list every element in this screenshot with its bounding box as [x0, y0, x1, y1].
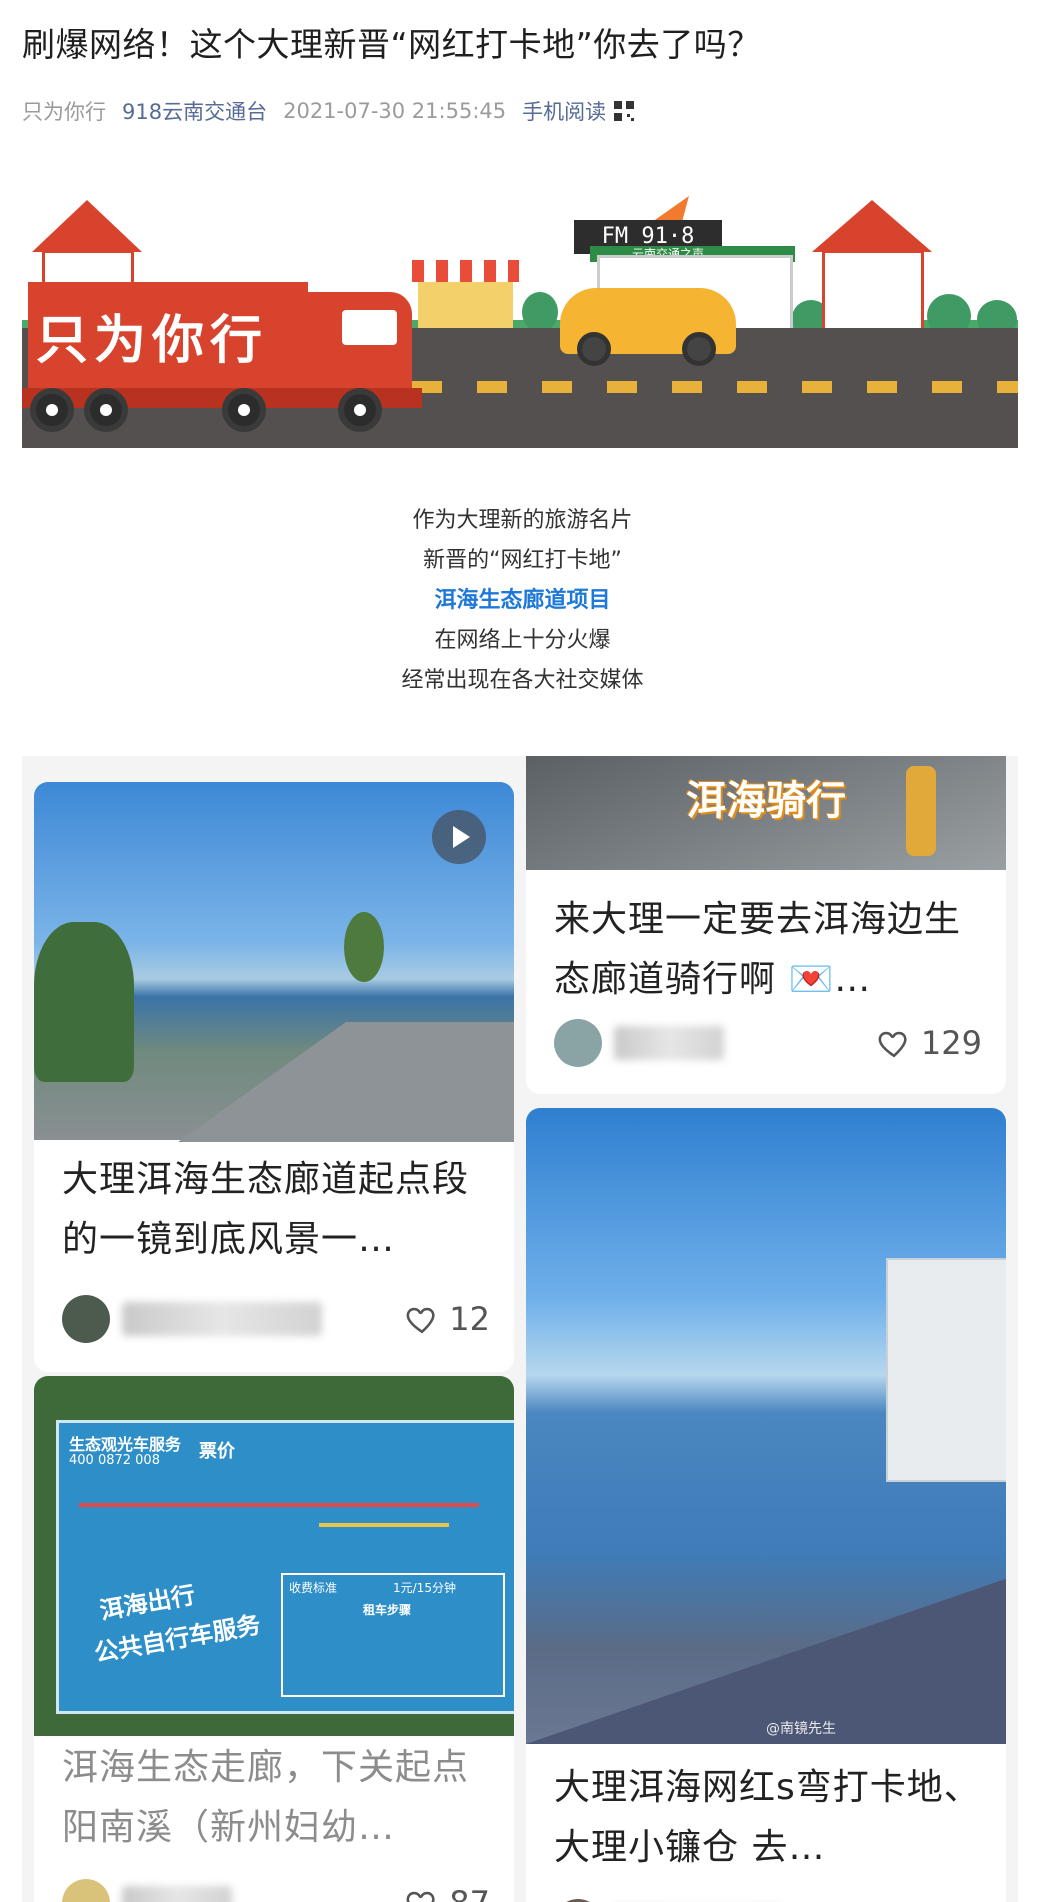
sign-price: 票价	[199, 1441, 235, 1462]
sign-phone: 400 0872 008	[69, 1453, 160, 1468]
like-count[interactable]: 87	[405, 1884, 490, 1902]
like-number: 12	[449, 1300, 490, 1338]
intro-line-1: 作为大理新的旅游名片	[412, 508, 633, 533]
like-number: 129	[920, 1024, 982, 1062]
publish-date: 2021-07-30 21:55:45	[283, 99, 507, 123]
blurred-username	[614, 1026, 724, 1060]
heart-icon	[878, 1031, 907, 1058]
bike-service-sign: 生态观光车服务 400 0872 008 票价 洱海出行 公共自行车服务 收费标…	[56, 1420, 514, 1714]
like-number: 87	[449, 1884, 490, 1902]
house-left-roof	[32, 200, 142, 252]
card-title: 大理洱海生态廊道起点段的一镜到底风景一…	[62, 1159, 470, 1260]
cyclist	[906, 766, 936, 856]
lane-marker	[477, 381, 507, 393]
truck-window	[342, 310, 397, 345]
card-image: @南镜先生	[526, 1108, 1006, 1744]
road	[178, 1022, 514, 1142]
mobile-read-link[interactable]: 手机阅读	[522, 96, 606, 126]
market-stall-awning	[412, 260, 519, 282]
fee-value: 1元/15分钟	[393, 1581, 456, 1595]
card-title: 洱海生态走廊，下关起点阳南溪（新州妇幼…	[62, 1747, 470, 1848]
header-banner: FM 91·8 云南交通之声 只为你行	[22, 160, 1018, 448]
card-user-row: 87	[62, 1878, 490, 1902]
lane-marker	[672, 381, 702, 393]
truck-slogan: 只为你行	[36, 310, 269, 371]
account-link[interactable]: 918云南交通台	[122, 96, 267, 126]
truck-wheel	[30, 388, 74, 432]
truck-wheel	[84, 388, 128, 432]
image-watermark: @南镜先生	[766, 1721, 836, 1737]
article-meta: 只为你行 918云南交通台 2021-07-30 21:55:45 手机阅读	[22, 96, 635, 126]
intro-line-highlight: 洱海生态廊道项目	[434, 588, 611, 613]
feed-card[interactable]: @南镜先生 大理洱海网红s弯打卡地、大理小镰仓 去… 57	[526, 1108, 1006, 1902]
card-user-row: 12	[62, 1294, 490, 1344]
lane-marker	[932, 381, 962, 393]
card-title: 来大理一定要去洱海边生态廊道骑行啊 💌…	[554, 899, 962, 1000]
car-wheel	[682, 332, 716, 366]
building	[886, 1258, 1006, 1482]
blurred-username	[122, 1886, 232, 1902]
car-wheel	[577, 332, 611, 366]
lane-marker	[737, 381, 767, 393]
route-line	[319, 1523, 449, 1527]
card-image: 洱海骑行	[526, 756, 1006, 870]
card-user-row: 57	[554, 1898, 982, 1902]
lane-marker	[607, 381, 637, 393]
author-name: 只为你行	[22, 100, 106, 124]
blurred-username	[122, 1302, 322, 1336]
route-line	[79, 1503, 479, 1507]
truck-wheel	[222, 388, 266, 432]
image-caption: 洱海骑行	[686, 778, 846, 824]
house-right-roof	[812, 200, 932, 252]
lane-marker	[802, 381, 832, 393]
lane-marker	[997, 381, 1018, 393]
fee-title: 收费标准	[289, 1581, 338, 1595]
like-count[interactable]: 12	[405, 1300, 490, 1338]
like-count[interactable]: 129	[877, 1024, 982, 1062]
feed-card[interactable]: 洱海骑行 来大理一定要去洱海边生态廊道骑行啊 💌… 129	[526, 756, 1006, 1094]
intro-line-2: 新晋的“网红打卡地”	[423, 548, 622, 573]
tree	[344, 912, 384, 982]
card-image: 生态观光车服务 400 0872 008 票价 洱海出行 公共自行车服务 收费标…	[34, 1376, 514, 1736]
article-title: 刷爆网络！这个大理新晋“网红打卡地”你去了吗？	[22, 25, 761, 64]
qr-code-icon[interactable]	[614, 101, 635, 121]
avatar	[554, 1019, 602, 1067]
sign-service: 生态观光车服务	[69, 1435, 182, 1454]
lane-marker	[867, 381, 897, 393]
lane-marker	[542, 381, 572, 393]
social-feed-screenshot: 大理洱海生态廊道起点段的一镜到底风景一… 12 洱海骑行 来大理一定要去洱海边生…	[22, 756, 1018, 1902]
intro-line-4: 在网络上十分火爆	[434, 628, 611, 653]
heart-icon	[406, 1891, 435, 1902]
card-user-row: 129	[554, 1018, 982, 1068]
curved-road	[526, 1578, 1006, 1744]
truck-wheel	[338, 388, 382, 432]
card-title: 大理洱海网红s弯打卡地、大理小镰仓 去…	[554, 1767, 981, 1868]
avatar	[62, 1295, 110, 1343]
fee-table: 收费标准 1元/15分钟 租车步骤	[281, 1573, 505, 1697]
feed-card[interactable]: 生态观光车服务 400 0872 008 票价 洱海出行 公共自行车服务 收费标…	[34, 1376, 514, 1902]
avatar	[62, 1879, 110, 1902]
heart-icon	[406, 1307, 435, 1334]
play-icon[interactable]	[432, 810, 486, 864]
intro-line-5: 经常出现在各大社交媒体	[401, 668, 644, 693]
tree	[522, 292, 558, 332]
feed-card[interactable]: 大理洱海生态廊道起点段的一镜到底风景一… 12	[34, 782, 514, 1372]
rental-steps: 租车步骤	[363, 1603, 412, 1617]
tree	[34, 922, 134, 1082]
